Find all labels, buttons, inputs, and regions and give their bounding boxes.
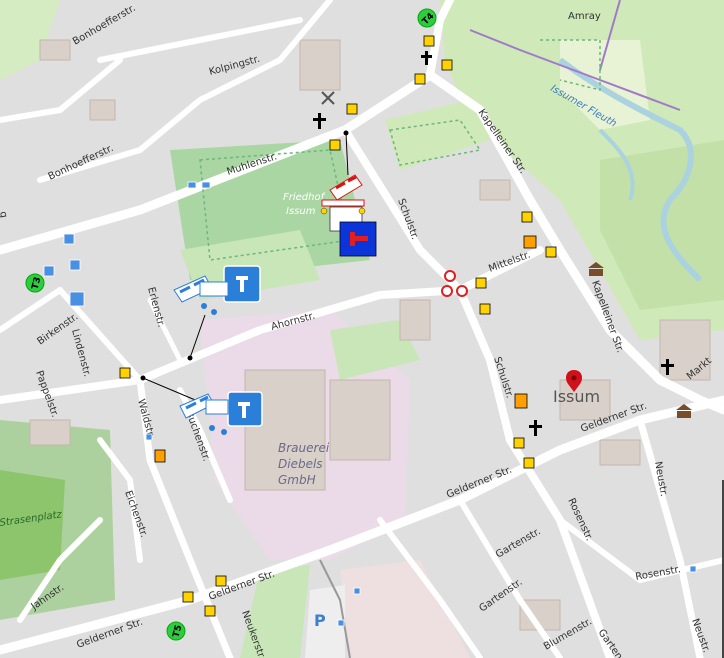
info-sign-icon[interactable] xyxy=(69,291,85,307)
place-label-amray: Amray xyxy=(568,11,601,22)
map-view[interactable]: Bonhoefferstr. Kolpingstr. Bonhoefferstr… xyxy=(0,0,724,658)
info-sign-icon[interactable] xyxy=(63,233,75,245)
info-sign-icon[interactable] xyxy=(43,265,55,277)
traffic-sign-icon[interactable] xyxy=(521,211,533,223)
traffic-sign-icon[interactable] xyxy=(423,35,435,47)
traffic-sign-icon[interactable] xyxy=(513,437,525,449)
traffic-sign-icon[interactable] xyxy=(414,73,426,85)
traffic-sign-icon[interactable] xyxy=(215,575,227,587)
info-sign-icon[interactable] xyxy=(689,565,697,573)
traffic-sign-icon[interactable] xyxy=(182,591,194,603)
parking-label[interactable]: P xyxy=(314,611,326,630)
traffic-sign-icon[interactable] xyxy=(329,139,341,151)
traffic-sign-icon[interactable] xyxy=(441,59,453,71)
info-sign-icon[interactable] xyxy=(187,181,197,189)
brewery-label-line1: Brauerei xyxy=(278,441,330,455)
info-sign-icon[interactable] xyxy=(69,259,81,271)
traffic-sign-icon[interactable] xyxy=(346,103,358,115)
tram-stop-t3[interactable]: T3 xyxy=(25,273,45,293)
brewery-label-line2: Diebels xyxy=(278,457,323,471)
traffic-sign-icon[interactable] xyxy=(523,457,535,469)
info-sign-icon[interactable] xyxy=(145,433,153,441)
traffic-sign-icon[interactable] xyxy=(204,605,216,617)
place-label-issum: Issum xyxy=(553,387,600,406)
traffic-sign-icon[interactable] xyxy=(514,393,528,409)
no-entry-icon[interactable] xyxy=(444,270,456,282)
traffic-sign-icon[interactable] xyxy=(479,303,491,315)
map-canvas[interactable]: Bonhoefferstr. Kolpingstr. Bonhoefferstr… xyxy=(0,0,724,658)
traffic-sign-icon[interactable] xyxy=(154,449,166,463)
tram-stop-t5[interactable]: T5 xyxy=(166,621,186,641)
traffic-sign-icon[interactable] xyxy=(523,235,537,249)
no-entry-icon[interactable] xyxy=(441,285,453,297)
tram-stop-t4[interactable]: T4 xyxy=(417,8,437,28)
brewery-label-line3: GmbH xyxy=(278,473,316,487)
info-sign-icon[interactable] xyxy=(201,181,211,189)
cemetery-label-line2: Issum xyxy=(286,206,316,217)
info-sign-icon[interactable] xyxy=(353,587,361,595)
info-sign-icon[interactable] xyxy=(337,619,345,627)
traffic-sign-icon[interactable] xyxy=(119,367,131,379)
cemetery-label-line1: Friedhof xyxy=(283,192,326,203)
traffic-sign-icon[interactable] xyxy=(475,277,487,289)
no-entry-icon[interactable] xyxy=(456,285,468,297)
traffic-sign-icon[interactable] xyxy=(545,246,557,258)
